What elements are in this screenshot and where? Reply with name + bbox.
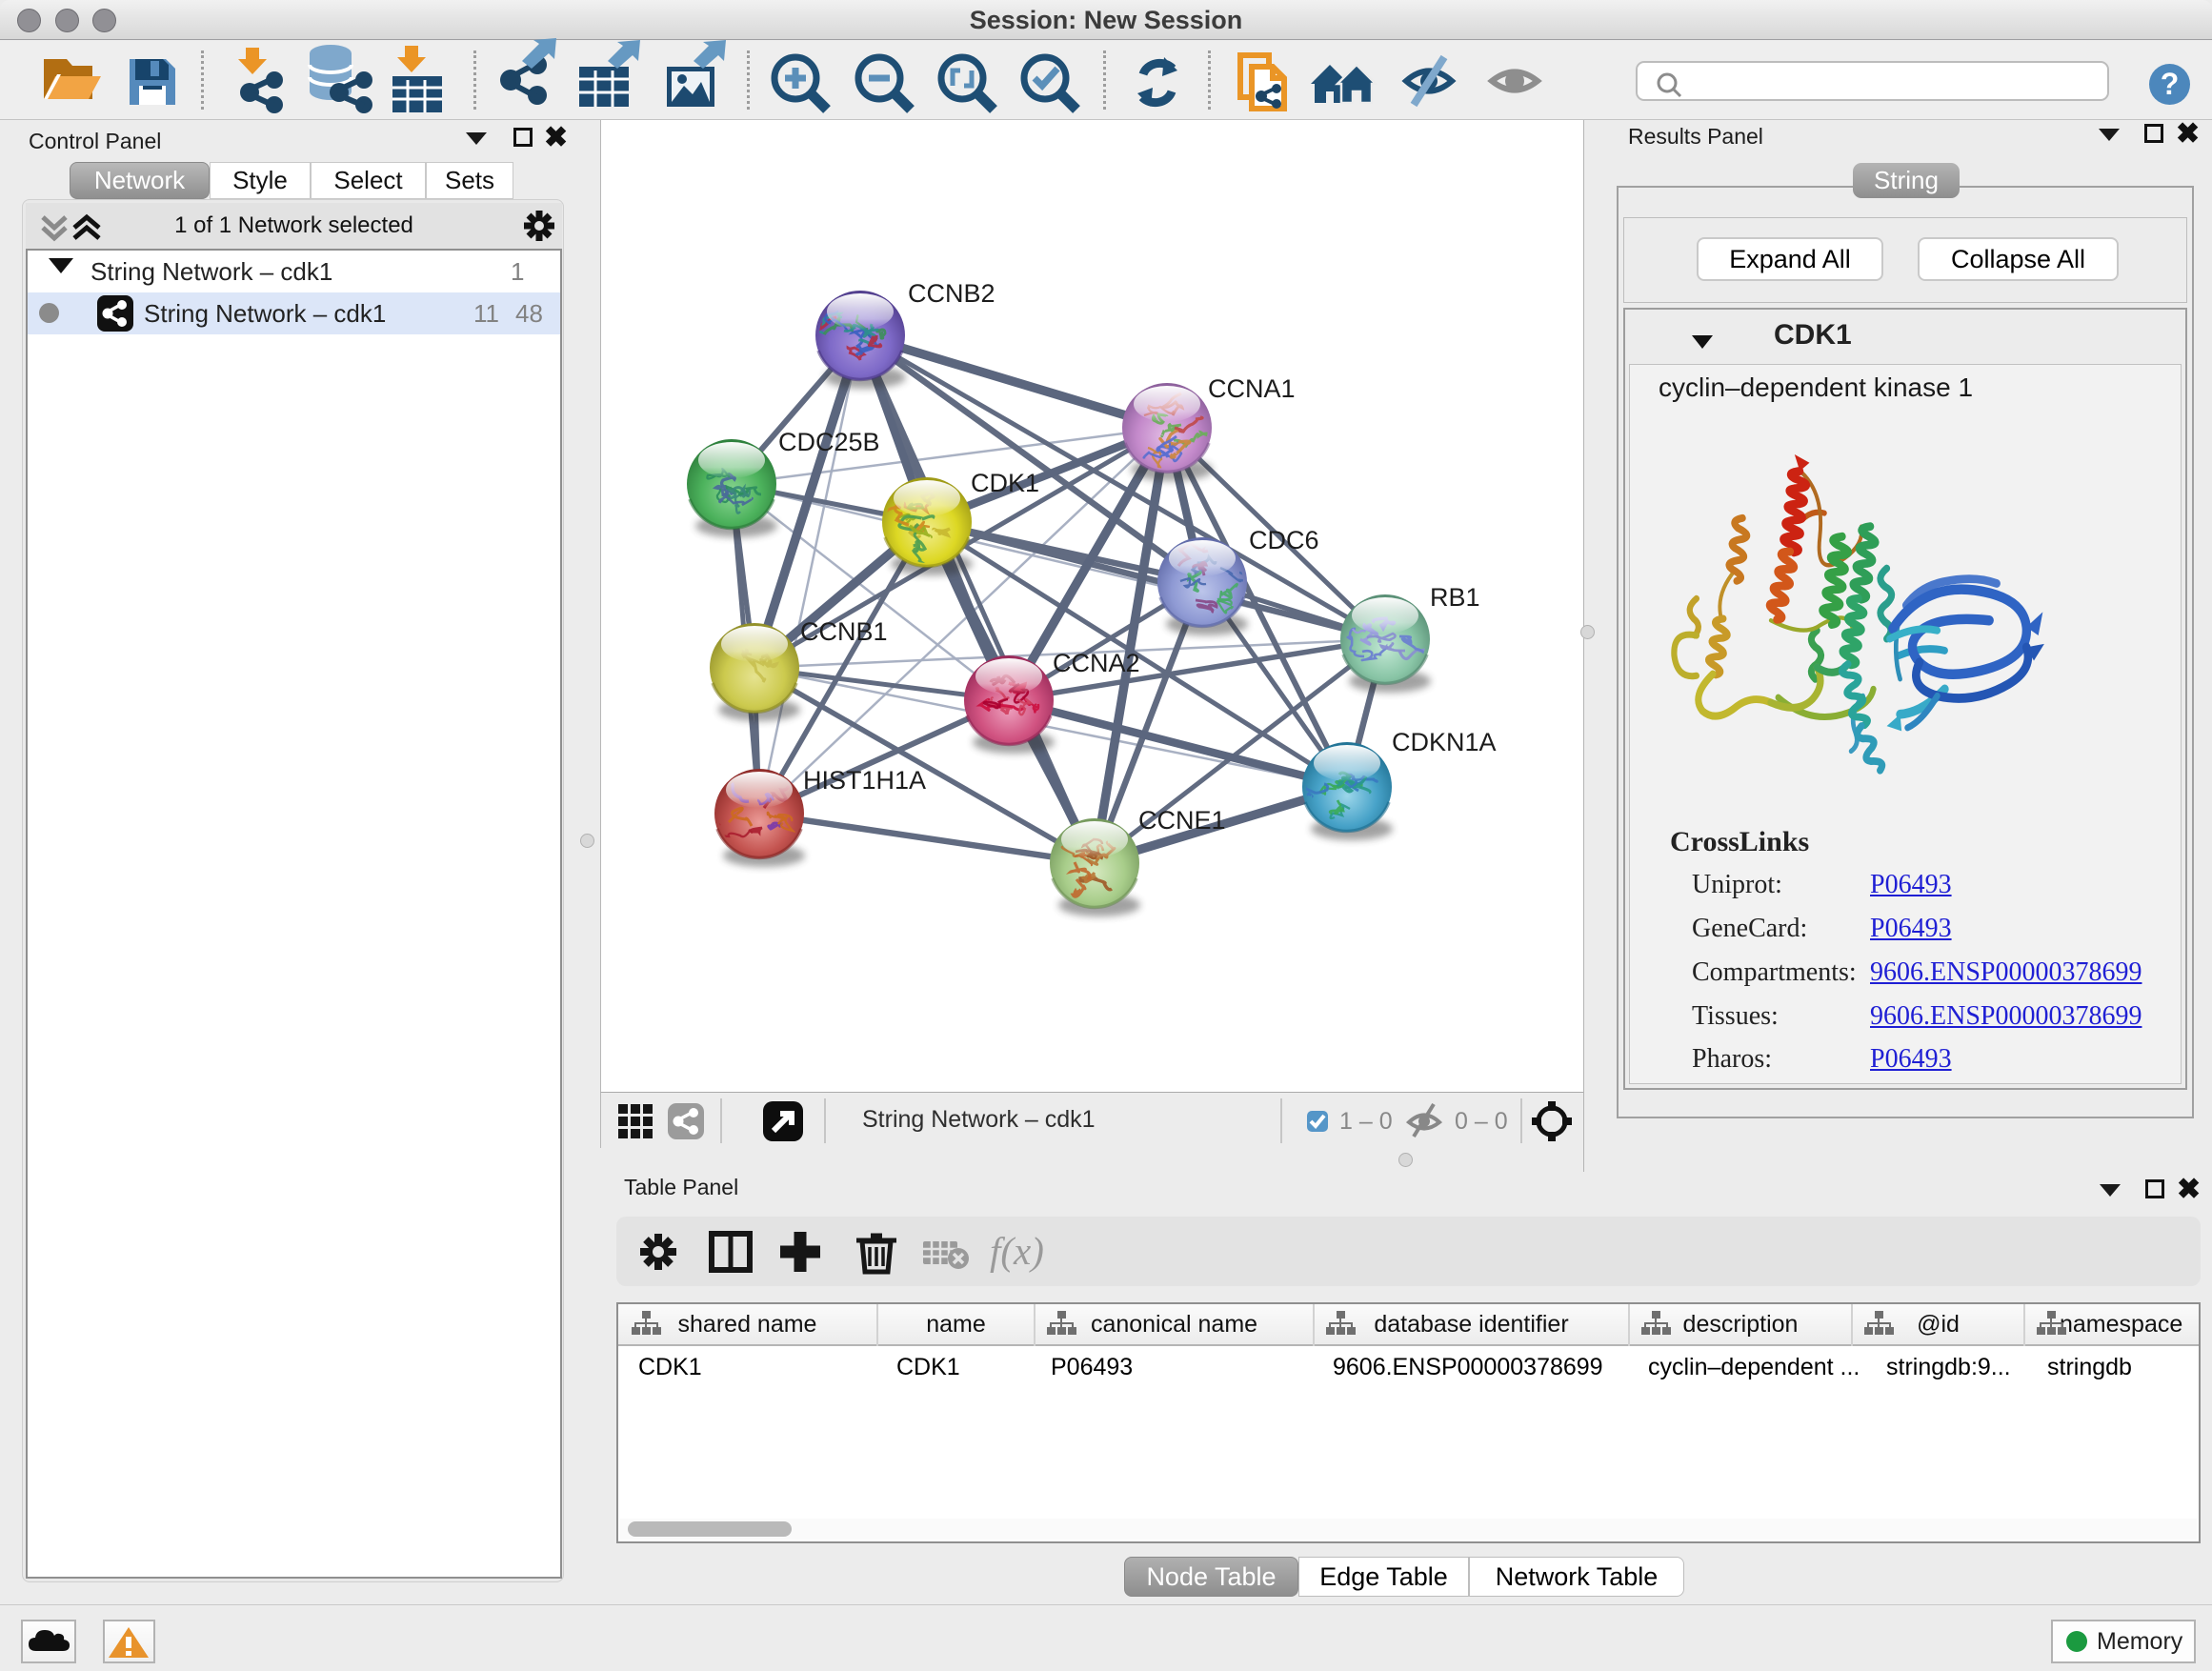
svg-text:CCNA1: CCNA1 — [1208, 374, 1296, 403]
svg-text:f(x): f(x) — [990, 1229, 1044, 1273]
svg-text:CCNA2: CCNA2 — [1053, 649, 1140, 677]
svg-text:CCNB1: CCNB1 — [800, 617, 888, 646]
svg-text:CDC6: CDC6 — [1249, 526, 1319, 554]
svg-text:CCNE1: CCNE1 — [1138, 806, 1226, 835]
svg-text:CCNB2: CCNB2 — [908, 279, 995, 308]
svg-text:CDK1: CDK1 — [971, 469, 1039, 497]
svg-text:CDKN1A: CDKN1A — [1392, 728, 1497, 756]
svg-text:HIST1H1A: HIST1H1A — [803, 766, 926, 795]
svg-text:RB1: RB1 — [1430, 583, 1480, 612]
svg-text:CDC25B: CDC25B — [778, 428, 880, 456]
